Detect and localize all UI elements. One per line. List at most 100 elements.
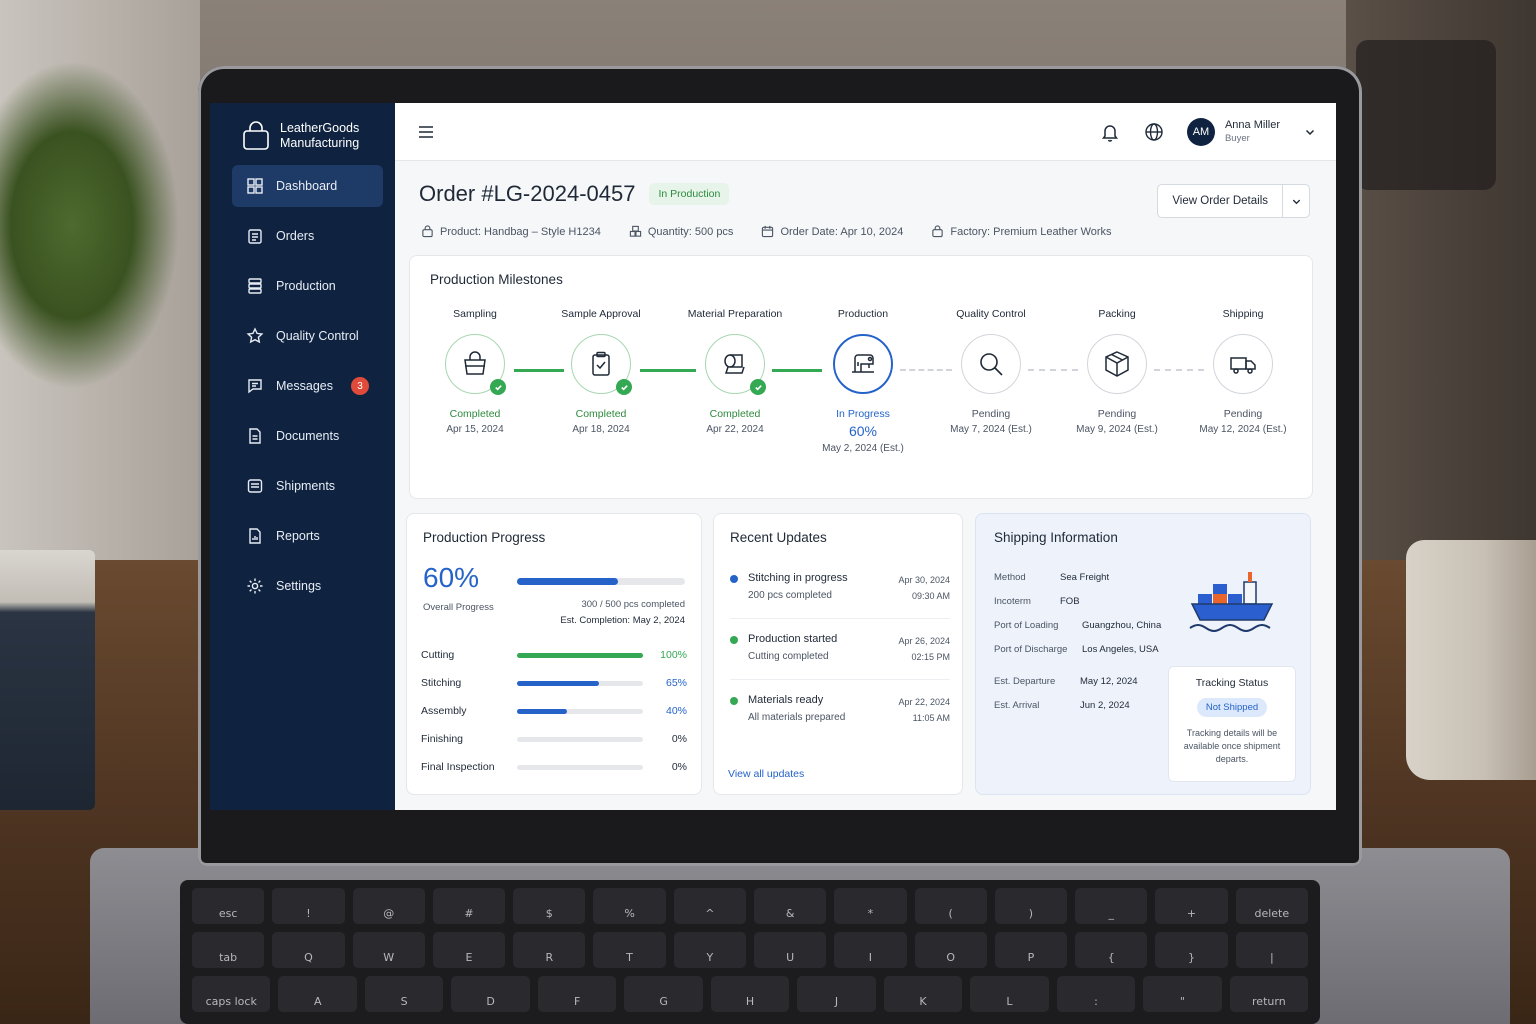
update-status-dot: [730, 636, 738, 644]
check-icon: [490, 379, 506, 395]
sidebar-item-production[interactable]: Production: [232, 265, 383, 307]
hamburger-menu-icon[interactable]: [415, 121, 437, 143]
key: T: [593, 932, 666, 968]
key: caps lock: [192, 976, 271, 1012]
update-item[interactable]: Stitching in progress 200 pcs completed …: [730, 572, 950, 601]
incoterm-row: Incoterm FOB: [994, 596, 1080, 607]
clipboard-check-icon: [592, 351, 610, 376]
sidebar-item-messages[interactable]: Messages 3: [232, 365, 383, 407]
milestone-shipping[interactable]: Shipping Pending May 12, 2024 (Est.): [1184, 308, 1302, 435]
brand: LeatherGoods Manufacturing: [218, 115, 387, 165]
tracking-status-panel: Tracking Status Not Shipped Tracking det…: [1168, 666, 1296, 782]
milestone-material-preparation[interactable]: Material Preparation Completed Apr 22, 2…: [676, 308, 794, 435]
sidebar-item-label: Documents: [276, 429, 340, 443]
sidebar-item-shipments[interactable]: Shipments: [232, 465, 383, 507]
view-order-options-button[interactable]: [1283, 185, 1309, 217]
document-icon: [249, 428, 261, 444]
order-product-text: Product: Handbag – Style H1234: [440, 225, 601, 238]
sidebar-nav: Dashboard Orders Production Quality Cont…: [218, 165, 387, 607]
milestone-packing[interactable]: Packing Pending May 9, 2024 (Est.): [1058, 308, 1176, 435]
sidebar-item-settings[interactable]: Settings: [232, 565, 383, 607]
view-order-details-label[interactable]: View Order Details: [1158, 185, 1283, 217]
background-plant: [0, 60, 180, 390]
milestone-date: Apr 18, 2024: [572, 424, 630, 435]
handbag-logo-icon: [243, 121, 269, 150]
sidebar-item-label: Messages: [276, 379, 333, 393]
est-departure-row: Est. Departure May 12, 2024: [994, 676, 1138, 687]
shipping-label: Incoterm: [994, 596, 1031, 607]
view-all-updates-link[interactable]: View all updates: [728, 768, 804, 780]
update-item[interactable]: Production started Cutting completed Apr…: [730, 633, 950, 662]
shipping-value: Sea Freight: [1060, 572, 1110, 583]
order-product: Product: Handbag – Style H1234: [421, 225, 601, 238]
stage-label: Cutting: [421, 649, 455, 661]
sidebar-item-label: Dashboard: [276, 179, 338, 193]
magnifier-icon: [980, 353, 1003, 376]
card-title: Recent Updates: [730, 530, 827, 545]
milestone-name: Sampling: [453, 308, 497, 320]
stage-row: Stitching 65%: [421, 674, 687, 692]
key: #: [432, 888, 506, 924]
view-order-details-button[interactable]: View Order Details: [1157, 184, 1310, 218]
update-status-dot: [730, 697, 738, 705]
recent-updates-card: Recent Updates Stitching in progress 200…: [713, 513, 963, 795]
sidebar-item-dashboard[interactable]: Dashboard: [232, 165, 383, 207]
update-timestamp: Apr 22, 2024 11:05 AM: [898, 694, 950, 726]
grid-icon: [247, 178, 263, 194]
key: @: [352, 888, 425, 924]
check-icon: [750, 379, 766, 395]
sidebar-item-orders[interactable]: Orders: [232, 215, 383, 257]
sidebar-item-label: Orders: [276, 229, 315, 243]
milestone-date: May 2, 2024 (Est.): [822, 443, 904, 454]
shipping-label: Port of Discharge: [994, 644, 1068, 655]
check-icon: [616, 379, 632, 395]
user-menu[interactable]: AM Anna Miller Buyer: [1186, 117, 1316, 146]
page-title: Order #LG-2024-0457: [419, 181, 636, 206]
milestone-production[interactable]: Production In Progress 60% May 2, 2024 (…: [804, 308, 922, 454]
stage-percent: 0%: [671, 761, 687, 773]
milestone-quality-control[interactable]: Quality Control Pending May 7, 2024 (Est…: [932, 308, 1050, 435]
update-time: 11:05 AM: [912, 713, 950, 723]
sidebar-item-label: Settings: [276, 579, 322, 593]
sidebar-item-reports[interactable]: Reports: [232, 515, 383, 557]
key: R: [513, 932, 586, 968]
bell-icon[interactable]: [1099, 121, 1121, 143]
tracking-status-badge: Not Shipped: [1196, 698, 1268, 717]
globe-icon[interactable]: [1143, 121, 1165, 143]
order-quantity: Quantity: 500 pcs: [629, 225, 733, 238]
key: _: [1075, 888, 1148, 924]
key: ^: [673, 888, 746, 924]
truck-icon: [1230, 357, 1256, 374]
update-item[interactable]: Materials ready All materials prepared A…: [730, 694, 950, 723]
sidebar-item-documents[interactable]: Documents: [232, 415, 383, 457]
stage-bar: [517, 652, 643, 658]
milestone-date: May 7, 2024 (Est.): [950, 424, 1032, 435]
order-header: Order #LG-2024-0457 In Production: [419, 181, 730, 207]
calendar-icon: [762, 225, 774, 238]
key: I: [834, 932, 907, 968]
key: {: [1075, 932, 1148, 968]
key: :: [1056, 976, 1136, 1012]
tracking-title: Tracking Status: [1195, 677, 1269, 689]
stage-fill: [517, 708, 568, 714]
milestone-status: In Progress: [836, 408, 890, 420]
sidebar-item-quality-control[interactable]: Quality Control: [232, 315, 383, 357]
key: Y: [673, 932, 746, 968]
overall-progress-fill: [517, 578, 618, 585]
shipping-value: Guangzhou, China: [1082, 620, 1162, 631]
overall-percent: 60%: [423, 562, 480, 593]
milestone-sampling[interactable]: Sampling Completed Apr 15, 2024: [416, 308, 534, 435]
key: G: [624, 976, 703, 1012]
sidebar-item-label: Quality Control: [276, 329, 359, 343]
stack-icon: [248, 278, 262, 294]
bag-icon: [422, 225, 433, 238]
background-mug: [1406, 540, 1536, 780]
key: D: [451, 976, 530, 1012]
stage-label: Final Inspection: [421, 761, 495, 773]
background-books: [0, 550, 95, 810]
update-time: 09:30 AM: [911, 591, 950, 601]
milestone-sample-approval[interactable]: Sample Approval Completed Apr 18, 2024: [542, 308, 660, 435]
handbag-icon: [464, 351, 486, 375]
chevron-down-icon: [1292, 199, 1300, 204]
milestone-date: May 9, 2024 (Est.): [1076, 424, 1158, 435]
